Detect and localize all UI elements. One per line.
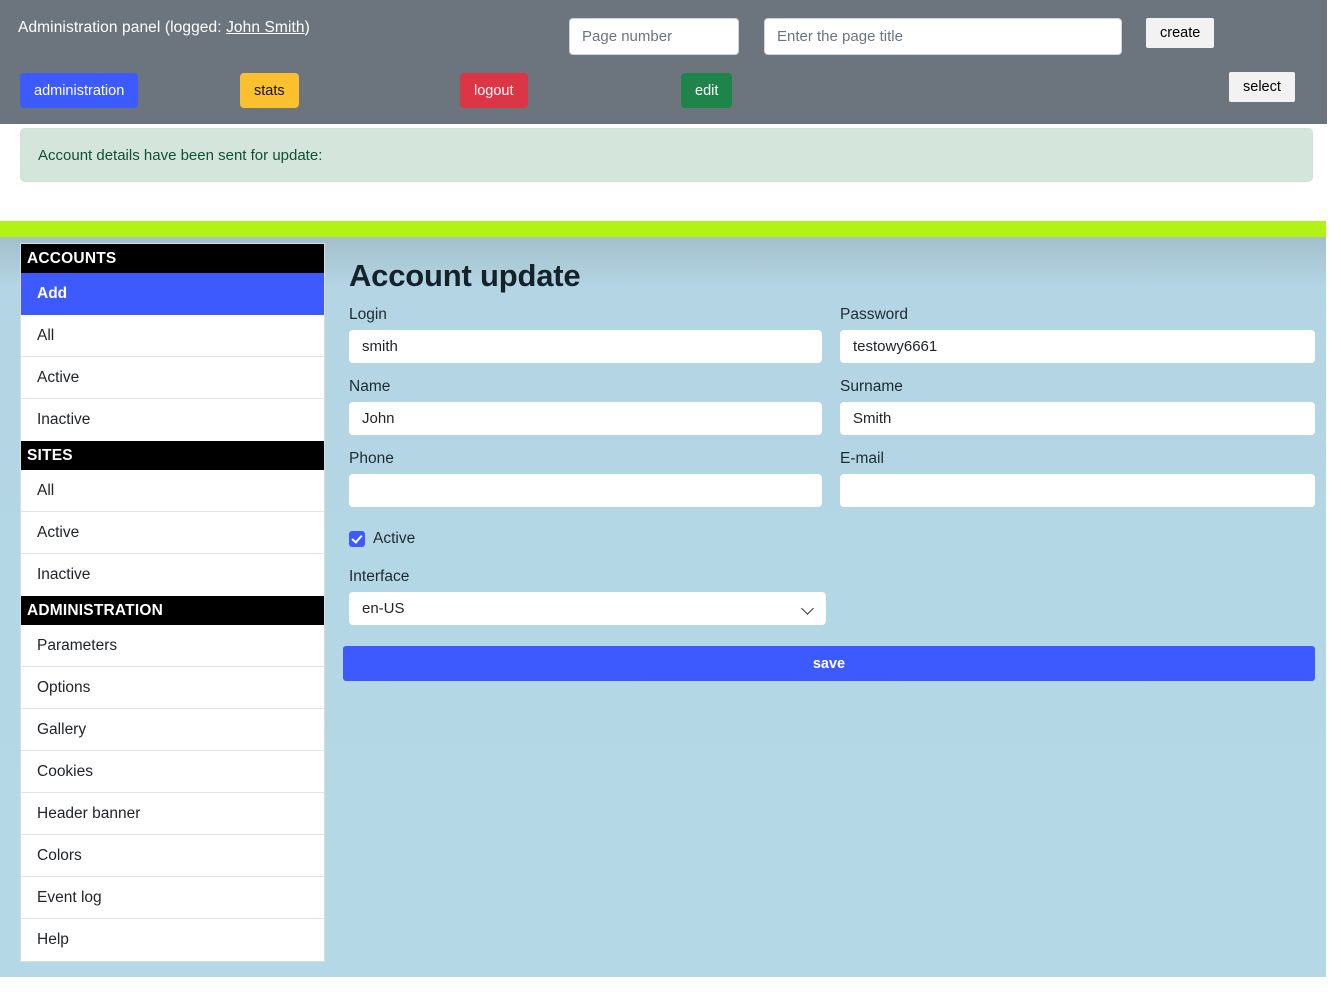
header-title-suffix: ): [305, 19, 310, 36]
sidebar-heading-accounts: ACCOUNTS: [21, 244, 324, 273]
password-input[interactable]: [840, 330, 1315, 363]
surname-label: Surname: [840, 378, 1315, 396]
logout-button[interactable]: logout: [460, 73, 528, 108]
login-label: Login: [349, 306, 822, 324]
phone-field-group: Phone: [343, 450, 832, 522]
sidebar-item-sites-inactive[interactable]: Inactive: [21, 554, 324, 596]
sidebar-item-event-log[interactable]: Event log: [21, 877, 324, 919]
login-input[interactable]: [349, 330, 822, 363]
email-input[interactable]: [840, 474, 1315, 507]
sidebar-item-help[interactable]: Help: [21, 919, 324, 961]
active-checkbox-label[interactable]: Active: [373, 530, 415, 548]
password-field-group: Password: [832, 306, 1315, 378]
select-button[interactable]: select: [1229, 72, 1295, 102]
email-label: E-mail: [840, 450, 1315, 468]
interface-label: Interface: [349, 568, 1315, 586]
sidebar-item-accounts-inactive[interactable]: Inactive: [21, 399, 324, 441]
top-header-bar: Administration panel (logged: John Smith…: [0, 0, 1327, 124]
name-label: Name: [349, 378, 822, 396]
status-alert-message: Account details have been sent for updat…: [38, 147, 322, 164]
sidebar-item-header-banner[interactable]: Header banner: [21, 793, 324, 835]
name-field-group: Name: [343, 378, 832, 450]
header-title-prefix: Administration panel (logged:: [18, 19, 226, 36]
sidebar-item-cookies[interactable]: Cookies: [21, 751, 324, 793]
logged-user-link[interactable]: John Smith: [226, 19, 305, 36]
sidebar-item-accounts-add[interactable]: Add: [21, 273, 324, 315]
page-number-input[interactable]: [569, 18, 739, 55]
sidebar-item-sites-all[interactable]: All: [21, 470, 324, 512]
form-heading: Account update: [343, 243, 1315, 306]
sidebar-heading-sites: SITES: [21, 441, 324, 470]
email-field-group: E-mail: [832, 450, 1315, 522]
stats-button[interactable]: stats: [240, 73, 299, 108]
sidebar-item-accounts-all[interactable]: All: [21, 315, 324, 357]
sidebar-item-gallery[interactable]: Gallery: [21, 709, 324, 751]
sidebar: ACCOUNTS Add All Active Inactive SITES A…: [20, 243, 325, 962]
phone-label: Phone: [349, 450, 822, 468]
sidebar-heading-administration: ADMINISTRATION: [21, 596, 324, 625]
administration-button[interactable]: administration: [20, 73, 138, 108]
surname-field-group: Surname: [832, 378, 1315, 450]
phone-input[interactable]: [349, 474, 822, 507]
active-checkbox[interactable]: [349, 531, 365, 547]
status-alert: Account details have been sent for updat…: [20, 128, 1313, 182]
edit-button[interactable]: edit: [681, 73, 732, 108]
sidebar-item-colors[interactable]: Colors: [21, 835, 324, 877]
sidebar-item-options[interactable]: Options: [21, 667, 324, 709]
interface-select[interactable]: en-US: [349, 592, 826, 625]
sidebar-item-sites-active[interactable]: Active: [21, 512, 324, 554]
lime-divider-bar: [0, 221, 1326, 237]
interface-select-wrap: en-US: [349, 592, 826, 625]
password-label: Password: [840, 306, 1315, 324]
surname-input[interactable]: [840, 402, 1315, 435]
form-grid: Login Password Name Surname Phone E-mail: [343, 306, 1315, 522]
sidebar-item-parameters[interactable]: Parameters: [21, 625, 324, 667]
save-button[interactable]: save: [343, 646, 1315, 681]
page-title-input[interactable]: [764, 18, 1122, 55]
name-input[interactable]: [349, 402, 822, 435]
account-update-form: Account update Login Password Name Surna…: [343, 243, 1315, 681]
login-field-group: Login: [343, 306, 832, 378]
create-button[interactable]: create: [1146, 18, 1214, 48]
interface-select-value: en-US: [362, 600, 405, 617]
active-checkbox-row[interactable]: Active: [343, 522, 1315, 548]
sidebar-item-accounts-active[interactable]: Active: [21, 357, 324, 399]
page-title: Administration panel (logged: John Smith…: [18, 19, 310, 37]
